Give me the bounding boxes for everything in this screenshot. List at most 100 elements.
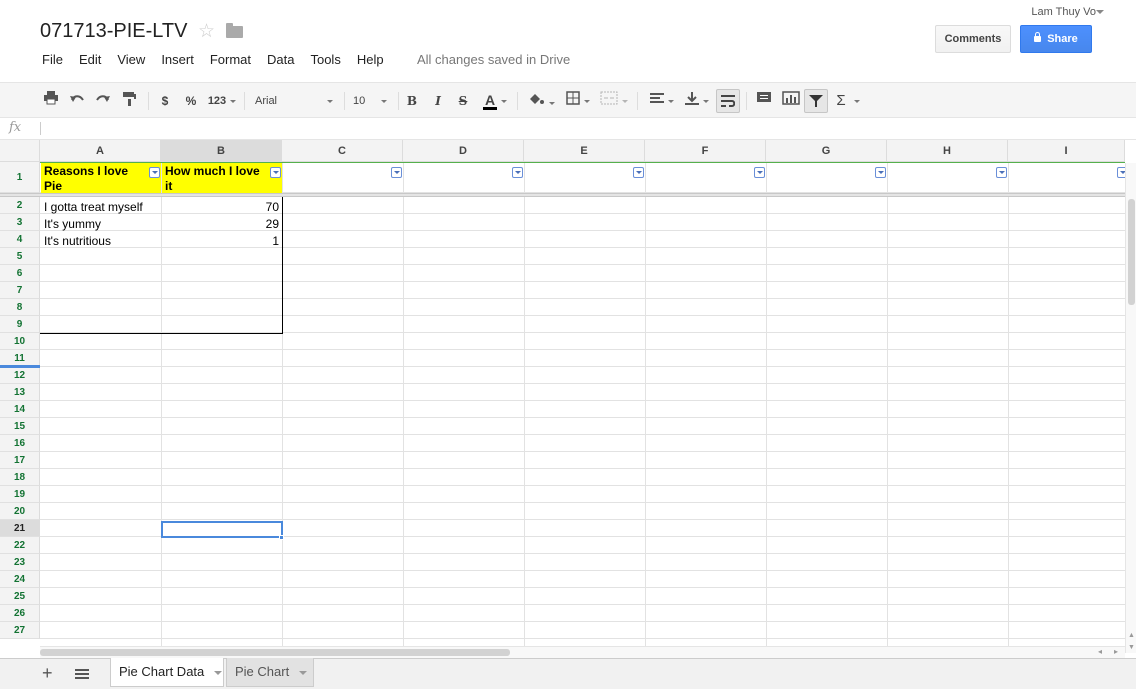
filter-button[interactable] xyxy=(804,89,828,113)
cell-a2[interactable]: I gotta treat myself xyxy=(44,200,143,214)
cell-a4[interactable]: It's nutritious xyxy=(44,234,111,248)
row-header-13[interactable]: 13 xyxy=(0,384,40,401)
row-header-25[interactable]: 25 xyxy=(0,588,40,605)
row-header-27[interactable]: 27 xyxy=(0,622,40,639)
cell-b3[interactable]: 29 xyxy=(162,217,279,231)
functions-button[interactable]: Σ xyxy=(834,91,862,111)
column-header-b[interactable]: B xyxy=(161,140,282,162)
vertical-align-button[interactable] xyxy=(681,91,713,111)
fill-handle[interactable] xyxy=(279,535,284,540)
filter-dropdown-icon[interactable] xyxy=(633,167,644,178)
borders-button[interactable] xyxy=(562,91,594,111)
row-header-21[interactable]: 21 xyxy=(0,520,40,537)
italic-button[interactable]: I xyxy=(430,91,446,111)
row-header-2[interactable]: 2 xyxy=(0,197,40,214)
font-family-select[interactable]: Arial xyxy=(255,91,339,111)
scroll-up-icon[interactable]: ▲ xyxy=(1128,632,1135,639)
more-formats-button[interactable]: 123 xyxy=(205,91,239,111)
row-header-20[interactable]: 20 xyxy=(0,503,40,520)
currency-format-button[interactable]: $ xyxy=(158,91,172,111)
selected-cell-b21[interactable] xyxy=(161,521,283,538)
row-header-4[interactable]: 4 xyxy=(0,231,40,248)
row-header-5[interactable]: 5 xyxy=(0,248,40,265)
menu-edit[interactable]: Edit xyxy=(79,52,101,68)
select-all-corner[interactable] xyxy=(0,140,40,162)
row-header-3[interactable]: 3 xyxy=(0,214,40,231)
fill-color-button[interactable] xyxy=(526,91,556,111)
horizontal-align-button[interactable] xyxy=(646,91,678,111)
column-header-h[interactable]: H xyxy=(887,140,1008,162)
cell-b4[interactable]: 1 xyxy=(162,234,279,248)
merge-cells-button[interactable] xyxy=(598,91,630,111)
redo-icon[interactable] xyxy=(94,91,112,111)
horizontal-scrollbar[interactable]: ◂ ▸ xyxy=(40,646,1125,658)
text-color-button[interactable]: A xyxy=(478,91,512,111)
row-header-10[interactable]: 10 xyxy=(0,333,40,350)
strikethrough-button[interactable]: S xyxy=(455,91,471,111)
cell-b2[interactable]: 70 xyxy=(162,200,279,214)
filter-dropdown-icon[interactable] xyxy=(270,167,281,178)
font-size-select[interactable]: 10 xyxy=(353,91,393,111)
all-sheets-list-icon[interactable] xyxy=(75,669,89,679)
menu-data[interactable]: Data xyxy=(267,52,294,68)
scroll-down-icon[interactable]: ▼ xyxy=(1128,644,1135,651)
chevron-down-icon[interactable] xyxy=(299,670,308,675)
row-header-18[interactable]: 18 xyxy=(0,469,40,486)
filter-dropdown-icon[interactable] xyxy=(754,167,765,178)
folder-icon[interactable] xyxy=(226,23,243,38)
menu-tools[interactable]: Tools xyxy=(310,52,340,68)
row-header-22[interactable]: 22 xyxy=(0,537,40,554)
percent-format-button[interactable]: % xyxy=(183,91,199,111)
row-header-8[interactable]: 8 xyxy=(0,299,40,316)
filter-dropdown-icon[interactable] xyxy=(875,167,886,178)
sheet-tab-pie-chart-data[interactable]: Pie Chart Data xyxy=(110,658,224,687)
chevron-down-icon[interactable] xyxy=(214,670,223,675)
menu-view[interactable]: View xyxy=(117,52,145,68)
document-title[interactable]: 071713-PIE-LTV xyxy=(40,20,188,43)
vertical-scrollbar[interactable]: ▲ ▼ xyxy=(1125,163,1136,653)
sheet-tab-pie-chart[interactable]: Pie Chart xyxy=(226,658,314,687)
paint-format-icon[interactable] xyxy=(120,91,138,111)
cell-a3[interactable]: It's yummy xyxy=(44,217,101,231)
column-header-f[interactable]: F xyxy=(645,140,766,162)
column-header-a[interactable]: A xyxy=(40,140,161,162)
print-icon[interactable] xyxy=(42,91,60,111)
menu-help[interactable]: Help xyxy=(357,52,384,68)
row-header-12[interactable]: 12 xyxy=(0,367,40,384)
account-chevron-down-icon[interactable] xyxy=(1096,10,1104,14)
row-header-16[interactable]: 16 xyxy=(0,435,40,452)
column-header-i[interactable]: I xyxy=(1008,140,1125,162)
menu-insert[interactable]: Insert xyxy=(161,52,194,68)
row-header-9[interactable]: 9 xyxy=(0,316,40,333)
menu-file[interactable]: File xyxy=(42,52,63,68)
frozen-row-divider[interactable] xyxy=(0,193,1125,197)
filter-dropdown-icon[interactable] xyxy=(391,167,402,178)
add-sheet-icon[interactable]: + xyxy=(42,663,53,684)
cell-a1[interactable]: Reasons I love Pie xyxy=(41,163,161,193)
user-account-name[interactable]: Lam Thuy Vo xyxy=(1031,6,1096,18)
menu-format[interactable]: Format xyxy=(210,52,251,68)
column-header-g[interactable]: G xyxy=(766,140,887,162)
comments-button[interactable]: Comments xyxy=(935,25,1011,53)
horizontal-scroll-thumb[interactable] xyxy=(40,649,510,656)
undo-icon[interactable] xyxy=(68,91,86,111)
insert-chart-icon[interactable] xyxy=(781,91,801,111)
cell-b1[interactable]: How much I love it xyxy=(162,163,282,193)
row-header-19[interactable]: 19 xyxy=(0,486,40,503)
row-header-6[interactable]: 6 xyxy=(0,265,40,282)
star-icon[interactable]: ☆ xyxy=(198,20,215,43)
wrap-text-button[interactable] xyxy=(716,89,740,113)
vertical-scroll-thumb[interactable] xyxy=(1128,199,1135,305)
row-header-14[interactable]: 14 xyxy=(0,401,40,418)
row-header-24[interactable]: 24 xyxy=(0,571,40,588)
filter-dropdown-icon[interactable] xyxy=(996,167,1007,178)
share-button[interactable]: Share xyxy=(1020,25,1092,53)
scroll-left-icon[interactable]: ◂ xyxy=(1098,647,1102,656)
scroll-right-icon[interactable]: ▸ xyxy=(1114,647,1118,656)
filter-dropdown-icon[interactable] xyxy=(149,167,160,178)
row-header-15[interactable]: 15 xyxy=(0,418,40,435)
column-header-e[interactable]: E xyxy=(524,140,645,162)
formula-input[interactable] xyxy=(40,122,41,135)
row-header-7[interactable]: 7 xyxy=(0,282,40,299)
insert-comment-icon[interactable] xyxy=(755,91,773,111)
